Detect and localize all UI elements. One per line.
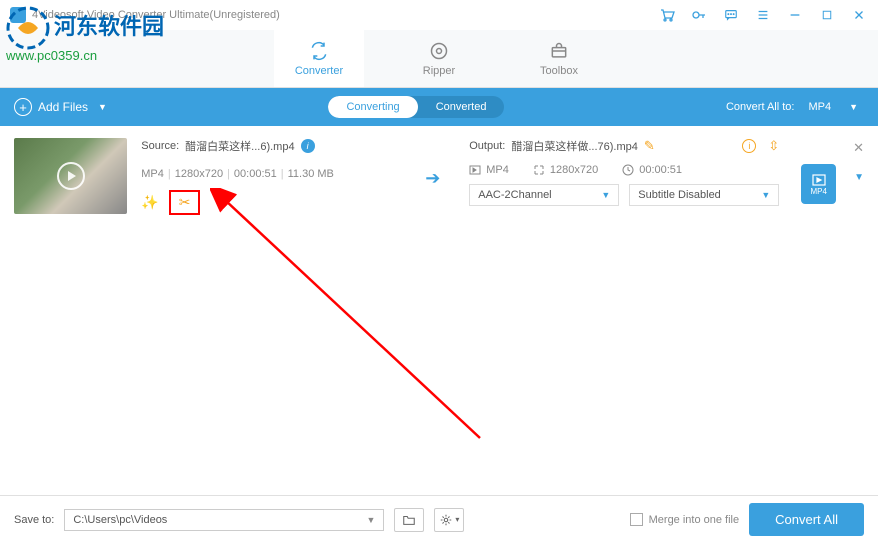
- convert-all-label: Convert All to:: [726, 101, 794, 113]
- bottombar: Save to: C:\Users\pc\Videos ▼ ▾ Merge in…: [0, 495, 878, 543]
- sub-tabs: Converting Converted: [328, 96, 504, 118]
- convert-all-value: MP4: [808, 101, 831, 113]
- video-thumbnail[interactable]: [14, 138, 127, 214]
- cut-highlight-box: ✂: [169, 190, 201, 215]
- chevron-down-icon: ▼: [849, 102, 858, 112]
- maximize-icon[interactable]: [818, 6, 836, 24]
- subtab-converting[interactable]: Converting: [328, 96, 417, 118]
- titlebar: 4Videosoft Video Converter Ultimate(Unre…: [0, 0, 878, 30]
- tab-converter[interactable]: Converter: [274, 30, 364, 87]
- file-row: Source: 醋溜白菜这样...6).mp4 i MP4|1280x720|0…: [14, 138, 864, 215]
- scissors-icon[interactable]: ✂: [179, 194, 191, 211]
- minimize-icon[interactable]: [786, 6, 804, 24]
- tab-ripper-label: Ripper: [423, 65, 455, 77]
- play-icon: [57, 162, 85, 190]
- window-title: 4Videosoft Video Converter Ultimate(Unre…: [32, 9, 280, 21]
- tab-ripper[interactable]: Ripper: [394, 30, 484, 87]
- file-list: ✕ Source: 醋溜白菜这样...6).mp4 i MP4|1280x720…: [0, 126, 878, 506]
- convert-all-select[interactable]: MP4 ▼: [802, 99, 864, 115]
- checkbox-icon: [630, 513, 643, 526]
- audio-select[interactable]: AAC-2Channel ▼: [469, 184, 619, 206]
- cart-icon[interactable]: [658, 6, 676, 24]
- tab-toolbox[interactable]: Toolbox: [514, 30, 604, 87]
- output-duration-spec: 00:00:51: [622, 164, 682, 176]
- pencil-icon[interactable]: ✎: [644, 138, 655, 154]
- convert-all-button[interactable]: Convert All: [749, 503, 864, 536]
- save-to-label: Save to:: [14, 514, 54, 526]
- compress-icon[interactable]: ⇳: [768, 138, 779, 154]
- subtab-converted[interactable]: Converted: [418, 96, 505, 118]
- main-tabs: Converter Ripper Toolbox: [0, 30, 878, 88]
- output-info-icon[interactable]: i: [742, 139, 756, 153]
- chevron-down-icon: ▼: [761, 190, 770, 200]
- add-files-label: Add Files: [38, 100, 88, 114]
- effects-icon[interactable]: ✨: [141, 194, 158, 211]
- tab-toolbox-label: Toolbox: [540, 65, 578, 77]
- info-icon[interactable]: i: [301, 139, 315, 153]
- annotation-arrow: [210, 188, 490, 448]
- plus-icon: +: [14, 98, 32, 116]
- merge-checkbox[interactable]: Merge into one file: [630, 513, 740, 526]
- source-label: Source:: [141, 140, 179, 152]
- chevron-down-icon: ▼: [601, 190, 610, 200]
- output-label: Output:: [469, 140, 505, 152]
- chevron-down-icon: ▼: [366, 515, 375, 525]
- subtitle-select[interactable]: Subtitle Disabled ▼: [629, 184, 779, 206]
- format-chevron-icon[interactable]: ▼: [854, 172, 864, 183]
- settings-button[interactable]: ▾: [434, 508, 464, 532]
- browse-folder-button[interactable]: [394, 508, 424, 532]
- app-icon: [10, 7, 26, 23]
- menu-icon[interactable]: [754, 6, 772, 24]
- add-files-button[interactable]: + Add Files ▼: [14, 98, 107, 116]
- source-filename: 醋溜白菜这样...6).mp4: [185, 138, 294, 154]
- output-format-spec: MP4: [469, 164, 509, 176]
- close-icon[interactable]: [850, 6, 868, 24]
- feedback-icon[interactable]: [722, 6, 740, 24]
- output-format-badge[interactable]: MP4: [801, 164, 836, 204]
- save-path-input[interactable]: C:\Users\pc\Videos ▼: [64, 509, 384, 531]
- output-resolution-spec: 1280x720: [533, 164, 598, 176]
- tab-converter-label: Converter: [295, 65, 343, 77]
- source-meta: MP4|1280x720|00:00:51|11.30 MB: [141, 168, 411, 180]
- key-icon[interactable]: [690, 6, 708, 24]
- toolbar: + Add Files ▼ Converting Converted Conve…: [0, 88, 878, 126]
- chevron-down-icon: ▼: [98, 102, 107, 112]
- arrow-right-icon: ➔: [425, 138, 455, 189]
- output-filename: 醋溜白菜这样做...76).mp4: [511, 138, 638, 154]
